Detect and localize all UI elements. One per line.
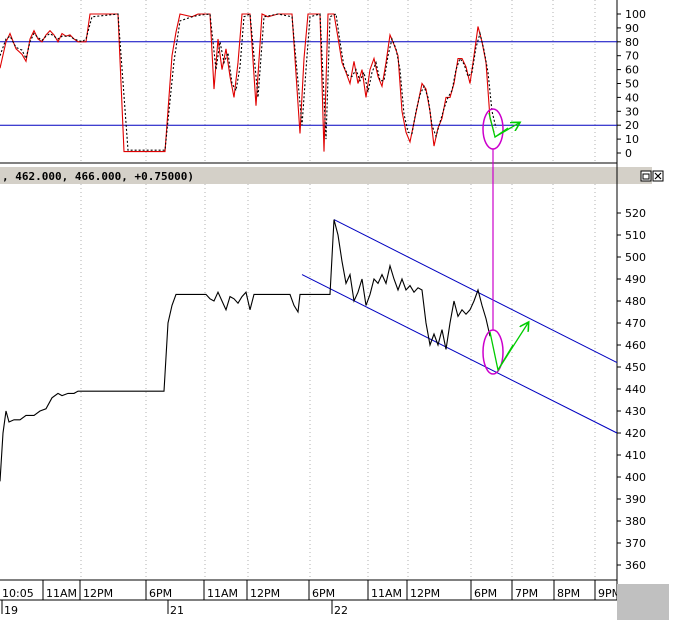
date-label: 22 (334, 604, 348, 617)
price-ytick-label: 440 (625, 383, 646, 396)
price-ytick-label: 520 (625, 207, 646, 220)
oscillator-line (0, 13, 495, 153)
osc-ytick-label: 80 (625, 36, 639, 49)
xtick-label: 11AM (371, 587, 402, 600)
price-ytick-label: 390 (625, 493, 646, 506)
price-ytick-label: 510 (625, 229, 646, 242)
osc-ytick-label: 10 (625, 133, 639, 146)
price-ytick-label: 410 (625, 449, 646, 462)
price-ytick-label: 470 (625, 317, 646, 330)
price-ytick-label: 490 (625, 273, 646, 286)
osc-ytick-label: 20 (625, 119, 639, 132)
header-values: , 462.000, 466.000, +0.75000) (2, 170, 194, 183)
xtick-label: 12PM (250, 587, 280, 600)
xtick-label: 8PM (557, 587, 580, 600)
xtick-label: 10:05 (2, 587, 34, 600)
xtick-label: 6PM (312, 587, 335, 600)
corner-scrollbar[interactable] (617, 584, 669, 620)
price-ytick-label: 430 (625, 405, 646, 418)
osc-ytick-label: 50 (625, 78, 639, 91)
xtick-label: 7PM (515, 587, 538, 600)
osc-ytick-label: 60 (625, 64, 639, 77)
date-label: 21 (170, 604, 184, 617)
price-ytick-label: 450 (625, 361, 646, 374)
price-ytick-label: 400 (625, 471, 646, 484)
osc-ytick-label: 30 (625, 105, 639, 118)
close-button[interactable] (652, 170, 664, 182)
xtick-label: 6PM (474, 587, 497, 600)
price-ytick-label: 500 (625, 251, 646, 264)
osc-ytick-label: 0 (625, 147, 632, 160)
xtick-label: 6PM (149, 587, 172, 600)
price-ytick-label: 370 (625, 537, 646, 550)
restore-button[interactable] (640, 170, 652, 182)
xtick-label: 12PM (83, 587, 113, 600)
channel-upper-line (333, 219, 618, 364)
oscillator-signal-line (0, 13, 497, 151)
xtick-label: 12PM (410, 587, 440, 600)
channel-lower-line (301, 274, 618, 434)
chart-window: , 462.000, 466.000, +0.75000) 0 10 20 30 40 5… (0, 0, 691, 620)
xtick-label: 11AM (46, 587, 77, 600)
price-ytick-label: 480 (625, 295, 646, 308)
date-label: 19 (4, 604, 18, 617)
price-ytick-label: 460 (625, 339, 646, 352)
osc-ytick-label: 40 (625, 91, 639, 104)
price-ytick-label: 360 (625, 559, 646, 572)
price-ytick-label: 420 (625, 427, 646, 440)
price-line (0, 219, 491, 482)
price-ytick-label: 380 (625, 515, 646, 528)
xtick-label: 11AM (207, 587, 238, 600)
osc-ytick-label: 100 (625, 8, 646, 21)
chart-svg: , 462.000, 466.000, +0.75000) 0102030405… (0, 0, 669, 620)
osc-ytick-label: 70 (625, 50, 639, 63)
osc-ytick-label: 90 (625, 22, 639, 35)
